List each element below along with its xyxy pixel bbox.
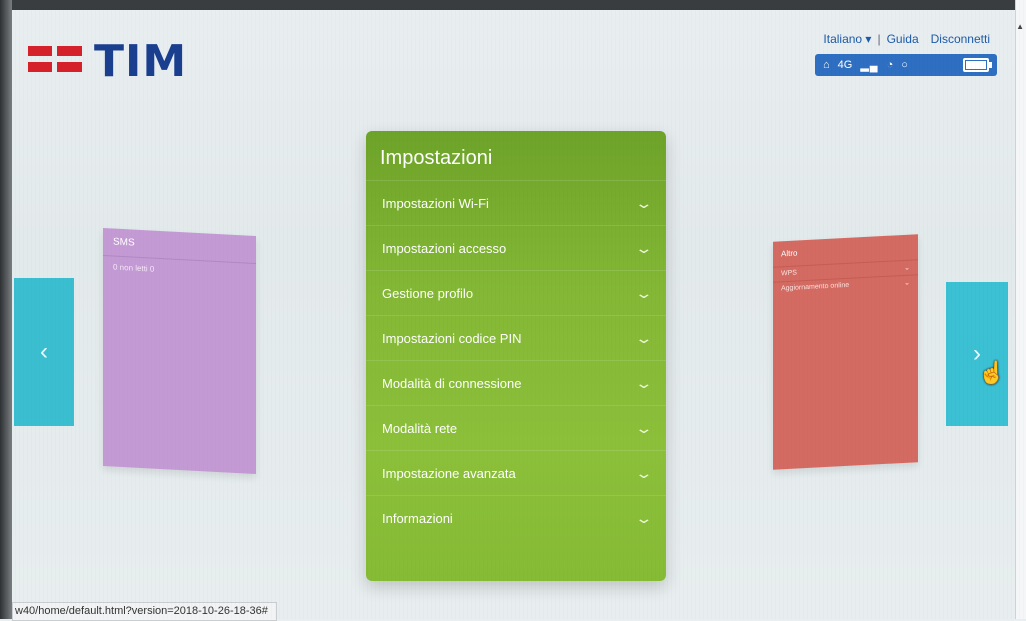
carousel-next-button[interactable]: › [946,282,1008,426]
chevron-down-icon: ⌄ [634,239,654,256]
status-url: w40/home/default.html?version=2018-10-26… [12,602,277,621]
signal-icon: ▂▄ [860,59,879,72]
chevron-down-icon: ⌄ [634,464,654,481]
menu-item-accesso[interactable]: Impostazioni accesso ⌄ [366,225,666,270]
hand-cursor-icon: ☝ [978,360,1006,385]
chevron-down-icon: ⌄ [634,374,654,391]
chevron-down-icon: ⌄ [904,264,910,272]
scroll-up-icon[interactable]: ▲ [1016,22,1024,31]
menu-item-informazioni[interactable]: Informazioni ⌄ [366,495,666,540]
device-status-bar: ⌂ 4G ▂▄ ◔ ○ [815,54,997,76]
home-icon[interactable]: ⌂ [823,59,830,71]
menu-item-pin[interactable]: Impostazioni codice PIN ⌄ [366,315,666,360]
logout-link[interactable]: Disconnetti [931,32,990,46]
help-link[interactable]: Guida [887,32,919,46]
chevron-down-icon: ⌄ [904,279,910,287]
chevron-down-icon: ⌄ [634,419,654,436]
chevron-down-icon: ⌄ [634,509,654,526]
settings-panel: Impostazioni Impostazioni Wi-Fi ⌄ Imposta… [366,131,666,581]
network-type: 4G [837,59,853,71]
brand-name: TIM [94,35,188,87]
connection-icon: ○ [901,59,908,71]
screen-top-edge [0,0,1026,10]
menu-item-rete[interactable]: Modalità rete ⌄ [366,405,666,450]
chevron-down-icon: ⌄ [634,329,654,346]
menu-item-connessione[interactable]: Modalità di connessione ⌄ [366,360,666,405]
wifi-icon: ◔ [886,59,894,71]
chevron-down-icon: ⌄ [634,284,654,301]
menu-item-wifi[interactable]: Impostazioni Wi-Fi ⌄ [366,180,666,225]
tim-logo: TIM [28,35,188,87]
top-links: Italiano ▾ | Guida Disconnetti [823,32,990,46]
sms-card-title: SMS [103,227,256,265]
altro-card[interactable]: Altro WPS ⌄ Aggiornamento online ⌄ [773,234,918,470]
language-selector[interactable]: Italiano ▾ [823,32,871,46]
sms-card-line: 0 non letti 0 [113,262,155,274]
chevron-down-icon: ⌄ [634,194,654,211]
battery-icon [963,58,992,72]
browser-scrollbar[interactable] [1015,0,1026,619]
menu-item-avanzata[interactable]: Impostazione avanzata ⌄ [366,450,666,495]
screen-left-edge [0,0,12,619]
carousel-prev-button[interactable]: ‹ [14,278,74,426]
chevron-left-icon: ‹ [40,338,48,365]
menu-item-profilo[interactable]: Gestione profilo ⌄ [366,270,666,315]
panel-title: Impostazioni [380,147,493,169]
sms-card[interactable]: SMS 0 non letti 0 [103,227,256,475]
tim-logo-mark [28,42,82,80]
